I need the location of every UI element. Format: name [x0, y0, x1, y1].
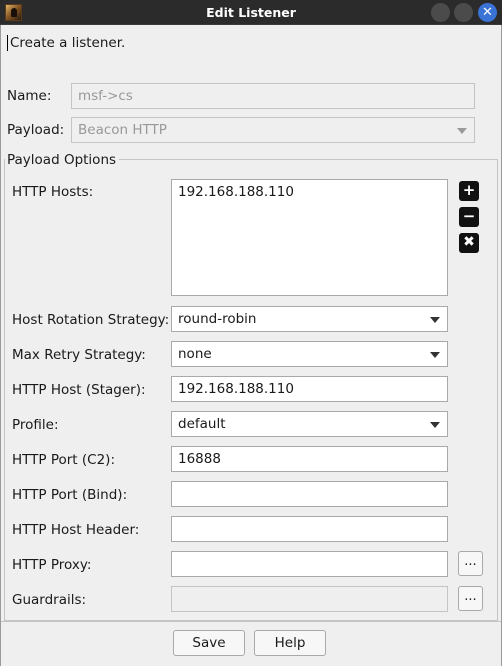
port-bind-label: HTTP Port (Bind):	[12, 487, 128, 503]
divider	[1, 621, 501, 622]
proxy-field[interactable]	[171, 551, 448, 577]
save-button[interactable]: Save	[173, 630, 245, 656]
minimize-button[interactable]	[431, 3, 450, 22]
list-item[interactable]: 192.168.188.110	[178, 184, 441, 200]
proxy-browse-button[interactable]: ...	[458, 551, 483, 576]
rotation-label: Host Rotation Strategy:	[12, 312, 170, 328]
proxy-label: HTTP Proxy:	[12, 557, 92, 573]
close-icon[interactable]: ✕	[478, 3, 497, 22]
remove-host-icon[interactable]: −	[459, 207, 479, 227]
payload-select[interactable]: Beacon HTTP	[71, 117, 475, 143]
rotation-value: round-robin	[178, 311, 257, 327]
profile-select[interactable]: default	[171, 411, 448, 437]
edit-listener-dialog: Create a listener. Name: msf->cs Payload…	[0, 25, 502, 666]
payload-label: Payload:	[7, 122, 65, 138]
rotation-select[interactable]: round-robin	[171, 306, 448, 332]
port-c2-label: HTTP Port (C2):	[12, 452, 115, 468]
add-host-icon[interactable]: +	[459, 181, 479, 201]
http-hosts-list[interactable]: 192.168.188.110	[171, 179, 448, 296]
retry-label: Max Retry Strategy:	[12, 347, 146, 363]
help-button[interactable]: Help	[254, 630, 326, 656]
guardrails-label: Guardrails:	[12, 592, 87, 608]
stager-host-field[interactable]: 192.168.188.110	[171, 376, 448, 402]
clear-hosts-icon[interactable]: ✖	[459, 233, 479, 253]
name-label: Name:	[7, 88, 52, 104]
stager-host-label: HTTP Host (Stager):	[12, 382, 146, 398]
host-header-field[interactable]	[171, 516, 448, 542]
http-hosts-label: HTTP Hosts:	[12, 184, 94, 200]
profile-label: Profile:	[12, 417, 59, 433]
guardrails-field[interactable]	[171, 586, 448, 612]
host-header-label: HTTP Host Header:	[12, 522, 140, 538]
title-bar: Edit Listener ✕	[0, 0, 502, 25]
port-c2-field[interactable]: 16888	[171, 446, 448, 472]
retry-select[interactable]: none	[171, 341, 448, 367]
maximize-button[interactable]	[454, 3, 473, 22]
window-title: Edit Listener	[206, 5, 296, 20]
guardrails-browse-button[interactable]: ...	[458, 586, 483, 611]
profile-value: default	[178, 416, 226, 432]
payload-value: Beacon HTTP	[78, 122, 167, 138]
payload-options-title: Payload Options	[5, 152, 120, 168]
name-field[interactable]: msf->cs	[71, 83, 475, 109]
intro-text: Create a listener.	[7, 35, 125, 51]
retry-value: none	[178, 346, 212, 362]
port-bind-field[interactable]	[171, 481, 448, 507]
